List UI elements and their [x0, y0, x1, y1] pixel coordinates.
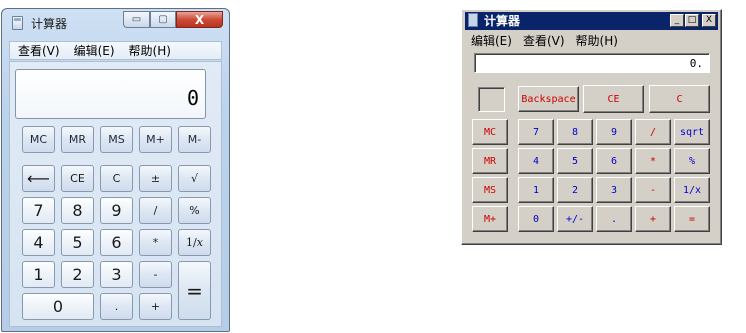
- digit-1-button[interactable]: 1: [22, 261, 55, 288]
- win7-titlebar[interactable]: 计算器 ▭ ▢ X: [2, 9, 229, 37]
- subtract-button[interactable]: -: [139, 261, 172, 288]
- decimal-button[interactable]: .: [596, 206, 632, 232]
- display-value: 0: [186, 86, 199, 110]
- divide-button[interactable]: /: [139, 197, 172, 224]
- reciprocal-button[interactable]: 1/x: [674, 177, 710, 203]
- close-button[interactable]: X: [176, 11, 223, 28]
- divide-button[interactable]: /: [635, 119, 671, 145]
- menu-help[interactable]: 帮助(H): [571, 33, 624, 49]
- close-icon: X: [705, 15, 713, 25]
- maximize-icon: ▢: [158, 14, 168, 25]
- minimize-button[interactable]: ▭: [123, 11, 150, 28]
- mr-button[interactable]: MR: [61, 126, 94, 153]
- classic-menubar: 编辑(E) 查看(V) 帮助(H): [466, 33, 624, 49]
- minimize-icon: ▭: [131, 14, 142, 25]
- multiply-button[interactable]: *: [139, 229, 172, 256]
- clear-button[interactable]: C: [649, 85, 710, 113]
- menu-help[interactable]: 帮助(H): [121, 42, 177, 59]
- minimize-button[interactable]: _: [670, 14, 684, 27]
- calculator-icon: [12, 16, 23, 30]
- digit-4-button[interactable]: 4: [22, 229, 55, 256]
- classic-titlebar[interactable]: 计算器 _ □ X: [465, 12, 718, 30]
- digit-3-button[interactable]: 3: [596, 177, 632, 203]
- mc-button[interactable]: MC: [22, 126, 55, 153]
- subtract-button[interactable]: -: [635, 177, 671, 203]
- backspace-button[interactable]: Backspace: [518, 86, 579, 112]
- add-button[interactable]: +: [139, 293, 172, 320]
- digit-9-button[interactable]: 9: [596, 119, 632, 145]
- win7-display: 0: [15, 69, 206, 119]
- digit-5-button[interactable]: 5: [61, 229, 94, 256]
- digit-8-button[interactable]: 8: [61, 197, 94, 224]
- decimal-button[interactable]: .: [100, 293, 133, 320]
- add-button[interactable]: +: [635, 206, 671, 232]
- m-plus-button[interactable]: M+: [472, 206, 508, 232]
- digit-2-button[interactable]: 2: [61, 261, 94, 288]
- digit-3-button[interactable]: 3: [100, 261, 133, 288]
- clear-button[interactable]: C: [100, 165, 133, 192]
- percent-button[interactable]: %: [178, 197, 211, 224]
- m-minus-button[interactable]: M-: [178, 126, 211, 153]
- digit-2-button[interactable]: 2: [557, 177, 593, 203]
- sqrt-button[interactable]: sqrt: [674, 119, 710, 145]
- close-icon: X: [194, 12, 205, 27]
- plus-minus-button[interactable]: ±: [139, 165, 172, 192]
- maximize-button[interactable]: □: [685, 14, 699, 27]
- win7-window-title: 计算器: [31, 17, 68, 31]
- mc-button[interactable]: MC: [472, 119, 508, 145]
- digit-8-button[interactable]: 8: [557, 119, 593, 145]
- digit-5-button[interactable]: 5: [557, 148, 593, 174]
- ce-button[interactable]: CE: [61, 165, 94, 192]
- equals-button[interactable]: =: [674, 206, 710, 232]
- m-plus-button[interactable]: M+: [139, 126, 172, 153]
- minimize-icon: _: [674, 15, 680, 25]
- multiply-button[interactable]: *: [635, 148, 671, 174]
- mr-button[interactable]: MR: [472, 148, 508, 174]
- menu-edit[interactable]: 编辑(E): [66, 42, 121, 59]
- win7-caption-buttons: ▭ ▢ X: [123, 11, 223, 29]
- win7-menubar: 查看(V) 编辑(E) 帮助(H): [9, 41, 222, 60]
- digit-7-button[interactable]: 7: [22, 197, 55, 224]
- memory-indicator: [478, 87, 505, 112]
- digit-6-button[interactable]: 6: [100, 229, 133, 256]
- calculator-icon: [468, 13, 478, 27]
- digit-1-button[interactable]: 1: [518, 177, 554, 203]
- menu-view[interactable]: 查看(V): [518, 33, 571, 49]
- menu-view[interactable]: 查看(V): [10, 42, 66, 59]
- digit-0-button[interactable]: 0: [22, 293, 94, 320]
- classic-window-title: 计算器: [484, 14, 521, 28]
- ce-button[interactable]: CE: [583, 85, 644, 113]
- plus-minus-button[interactable]: +/-: [557, 206, 593, 232]
- menu-edit[interactable]: 编辑(E): [466, 33, 518, 49]
- ms-button[interactable]: MS: [100, 126, 133, 153]
- digit-9-button[interactable]: 9: [100, 197, 133, 224]
- reciprocal-button[interactable]: 1/𝑥: [178, 229, 211, 256]
- digit-7-button[interactable]: 7: [518, 119, 554, 145]
- sqrt-button[interactable]: √: [178, 165, 211, 192]
- maximize-button[interactable]: ▢: [150, 11, 176, 28]
- backspace-button[interactable]: ⟵: [22, 165, 55, 192]
- digit-6-button[interactable]: 6: [596, 148, 632, 174]
- classic-calculator-window: 计算器 _ □ X 编辑(E) 查看(V) 帮助(H) 0. Backspace…: [461, 9, 722, 245]
- display-value: 0.: [689, 57, 703, 70]
- digit-0-button[interactable]: 0: [518, 206, 554, 232]
- win7-calculator-window: 计算器 ▭ ▢ X 查看(V) 编辑(E) 帮助(H) 0 MC MR MS M…: [1, 8, 230, 332]
- maximize-icon: □: [687, 15, 697, 25]
- percent-button[interactable]: %: [674, 148, 710, 174]
- ms-button[interactable]: MS: [472, 177, 508, 203]
- classic-display: 0.: [474, 53, 710, 73]
- digit-4-button[interactable]: 4: [518, 148, 554, 174]
- close-button[interactable]: X: [702, 14, 716, 27]
- equals-button[interactable]: =: [178, 261, 211, 320]
